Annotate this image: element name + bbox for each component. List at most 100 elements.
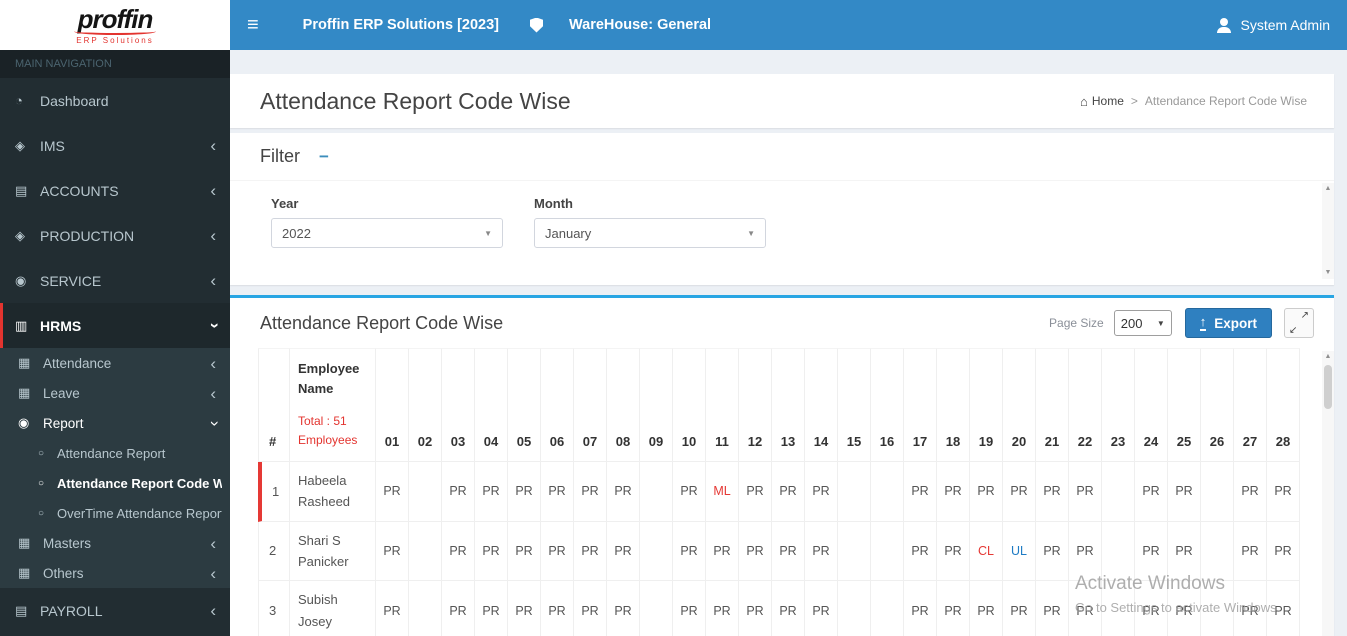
attendance-table-wrap: # Employee Name Total : 51 Employees 01 0… xyxy=(230,348,1334,636)
row-number: 2 xyxy=(258,521,290,582)
filter-panel: Filter − Year 2022 ▼ Month January ▼ ▲ ▼ xyxy=(230,133,1334,285)
attendance-cell: PR xyxy=(1135,581,1168,636)
attendance-cell: PR xyxy=(970,461,1003,522)
sidebar-section-label: MAIN NAVIGATION xyxy=(0,50,230,78)
sidebar-item-attendance[interactable]: ▦ Attendance ‹ xyxy=(0,348,230,378)
day-column-header: 11 xyxy=(706,348,739,462)
month-field-group: Month January ▼ xyxy=(534,196,766,248)
day-column-header: 22 xyxy=(1069,348,1102,462)
sidebar-item-production[interactable]: ◈ PRODUCTION ‹ xyxy=(0,213,230,258)
export-button-label: Export xyxy=(1214,315,1257,331)
attendance-cell xyxy=(409,521,442,582)
page-size-select[interactable]: 200 ▼ xyxy=(1113,310,1172,336)
sidebar-item-accounts[interactable]: ▤ ACCOUNTS ‹ xyxy=(0,168,230,213)
attendance-cell xyxy=(640,521,673,582)
sidebar-item-others[interactable]: ▦ Others ‹ xyxy=(0,558,230,588)
sidebar-item-label: Attendance Report Code Wise xyxy=(57,475,222,491)
sidebar-item-report[interactable]: ◉ Report ‹ xyxy=(0,408,230,438)
chevron-down-icon: ▼ xyxy=(747,228,755,238)
year-select[interactable]: 2022 ▼ xyxy=(271,218,503,248)
circle-icon: ○ xyxy=(38,447,45,459)
attendance-cell xyxy=(1102,461,1135,522)
day-column-header: 08 xyxy=(607,348,640,462)
attendance-table: # Employee Name Total : 51 Employees 01 0… xyxy=(258,348,1300,636)
sidebar-item-masters[interactable]: ▦ Masters ‹ xyxy=(0,528,230,558)
attendance-cell: PR xyxy=(904,521,937,582)
report-panel: Attendance Report Code Wise Page Size 20… xyxy=(230,295,1334,636)
attendance-cell: PR xyxy=(607,521,640,582)
app-title-text: Proffin ERP Solutions xyxy=(302,17,454,33)
page-title: Attendance Report Code Wise xyxy=(260,87,571,114)
minus-icon[interactable]: − xyxy=(319,148,329,165)
expand-button[interactable]: ↗ ↙ xyxy=(1284,308,1314,338)
sidebar-item-dashboard[interactable]: ◔ Dashboard xyxy=(0,78,230,123)
filter-scrollbar[interactable]: ▲ ▼ xyxy=(1322,183,1334,279)
attendance-cell: PR xyxy=(1036,521,1069,582)
sidebar-item-leave[interactable]: ▦ Leave ‹ xyxy=(0,378,230,408)
breadcrumb-home-link[interactable]: ⌂ Home xyxy=(1080,94,1124,109)
attendance-cell xyxy=(1102,581,1135,636)
sidebar-item-label: Attendance xyxy=(43,355,112,371)
employee-name: Subish Josey xyxy=(290,581,376,636)
day-column-header: 21 xyxy=(1036,348,1069,462)
attendance-cell: PR xyxy=(442,521,475,582)
sidebar-item-overtime-attendance-report[interactable]: ○ OverTime Attendance Report xyxy=(0,498,230,528)
attendance-cell: CL xyxy=(970,521,1003,582)
sidebar-item-label: Report xyxy=(43,415,84,431)
page-header: Attendance Report Code Wise ⌂ Home > Att… xyxy=(230,74,1334,128)
attendance-cell: PR xyxy=(904,461,937,522)
sidebar-item-attendance-report-code-wise[interactable]: ○ Attendance Report Code Wise xyxy=(0,468,230,498)
day-column-header: 04 xyxy=(475,348,508,462)
attendance-cell xyxy=(871,521,904,582)
attendance-cell: PR xyxy=(772,461,805,522)
sidebar-item-payroll[interactable]: ▤ PAYROLL ‹ xyxy=(0,588,230,633)
grid-icon: ▦ xyxy=(18,565,31,580)
attendance-cell xyxy=(1102,521,1135,582)
attendance-cell: PR xyxy=(376,581,409,636)
scroll-up-icon[interactable]: ▲ xyxy=(1322,351,1334,363)
attendance-cell: PR xyxy=(937,581,970,636)
sidebar-item-hrms[interactable]: ▥ HRMS ‹ xyxy=(0,303,230,348)
scroll-down-icon[interactable]: ▼ xyxy=(1322,267,1334,279)
user-icon xyxy=(1216,17,1232,33)
day-column-header: 25 xyxy=(1168,348,1201,462)
attendance-cell xyxy=(1201,521,1234,582)
sidebar-item-attendance-report[interactable]: ○ Attendance Report xyxy=(0,438,230,468)
user-menu[interactable]: System Admin xyxy=(1199,0,1347,50)
attendance-cell: PR xyxy=(541,521,574,582)
app-title-year: [2023] xyxy=(457,17,499,33)
attendance-cell: PR xyxy=(1069,461,1102,522)
day-column-header: 19 xyxy=(970,348,1003,462)
sidebar: proffin ERP Solutions MAIN NAVIGATION ◔ D… xyxy=(0,0,230,636)
year-select-value: 2022 xyxy=(282,225,311,241)
day-column-header: 16 xyxy=(871,348,904,462)
attendance-cell: PR xyxy=(376,521,409,582)
export-button[interactable]: ↑ Export xyxy=(1184,308,1272,338)
day-column-header: 18 xyxy=(937,348,970,462)
logo-subtext: ERP Solutions xyxy=(76,35,154,45)
employee-column-header: Employee Name Total : 51 Employees xyxy=(290,348,376,462)
sidebar-item-service[interactable]: ◉ SERVICE ‹ xyxy=(0,258,230,303)
scroll-up-icon[interactable]: ▲ xyxy=(1322,183,1334,195)
app-title: Proffin ERP Solutions [2023] xyxy=(303,17,499,33)
attendance-tbody: 1 Habeela Rasheed PR PR PR PR PR PR PR PR ML PR PR PR… xyxy=(258,461,1300,636)
app-logo[interactable]: proffin ERP Solutions xyxy=(0,0,230,50)
month-select[interactable]: January ▼ xyxy=(534,218,766,248)
year-field-group: Year 2022 ▼ xyxy=(271,196,503,248)
page-size-label: Page Size xyxy=(1049,316,1104,330)
day-column-header: 27 xyxy=(1234,348,1267,462)
sidebar-item-label: ACCOUNTS xyxy=(40,182,119,199)
chevron-left-icon: ‹ xyxy=(210,563,216,583)
day-column-header: 24 xyxy=(1135,348,1168,462)
attendance-cell: PR xyxy=(772,581,805,636)
table-scrollbar[interactable]: ▲ xyxy=(1322,351,1334,636)
attendance-cell: PR xyxy=(1234,461,1267,522)
attendance-cell xyxy=(871,581,904,636)
scrollbar-thumb[interactable] xyxy=(1324,365,1332,409)
sidebar-toggle-button[interactable]: ≡ xyxy=(230,0,276,50)
chevron-left-icon: ‹ xyxy=(210,226,216,245)
sidebar-item-ims[interactable]: ◈ IMS ‹ xyxy=(0,123,230,168)
attendance-cell: PR xyxy=(1135,461,1168,522)
page-size-value: 200 xyxy=(1120,315,1143,331)
attendance-cell: PR xyxy=(937,521,970,582)
